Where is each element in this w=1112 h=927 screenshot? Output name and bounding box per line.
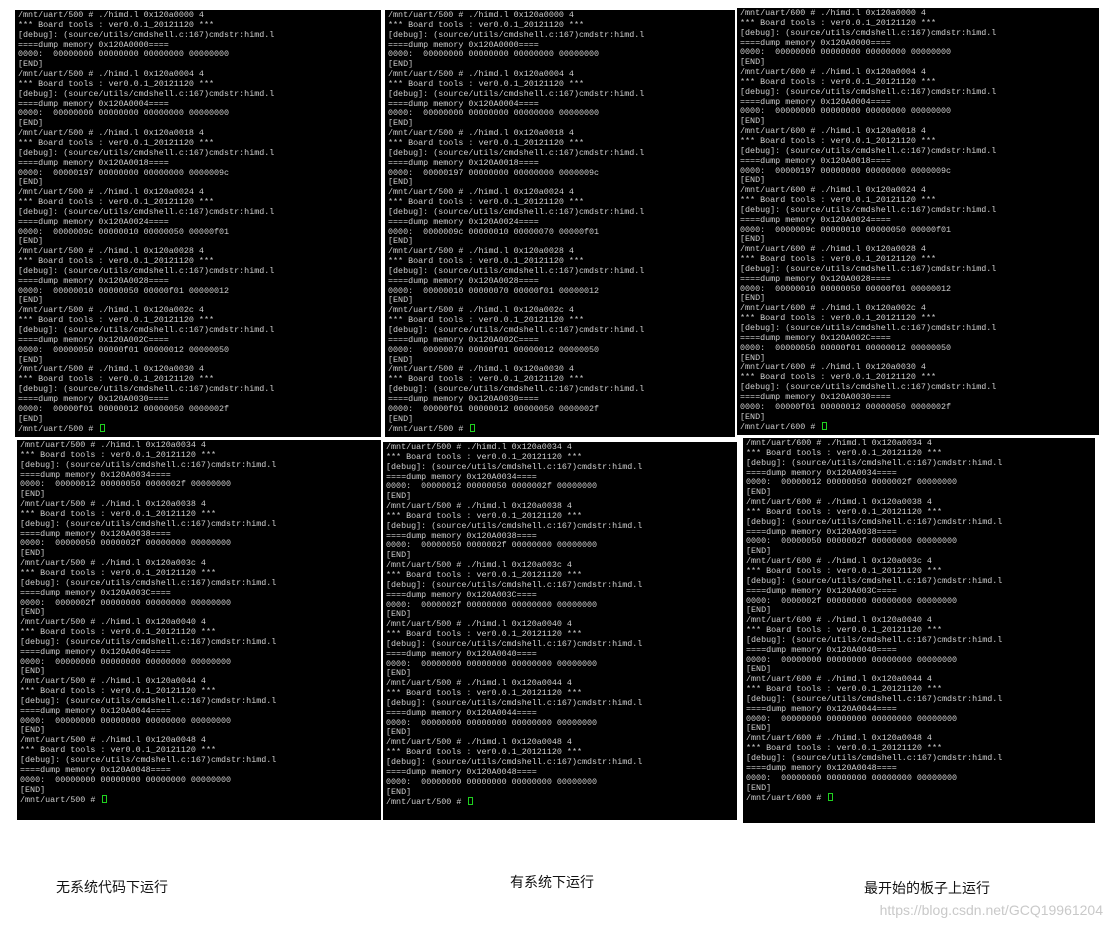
terminal-line: 0000: 00000050 0000002f 00000000 0000000… — [386, 540, 598, 551]
terminal-line: 0000: 0000002f 00000000 00000000 0000000… — [386, 599, 598, 610]
terminal-line: 0000: 00000010 00000050 00000f01 0000001… — [740, 283, 952, 294]
terminal-line: 0000: 00000197 00000000 00000000 0000009… — [18, 167, 230, 178]
terminal-top-middle[interactable]: /mnt/uart/500 # ./himd.l 0x120a0000 4 ***… — [385, 10, 735, 437]
terminal-line: [END] — [20, 784, 46, 795]
prompt-text: /mnt/uart/500 # — [388, 424, 469, 435]
terminal-line: 0000: 00000000 00000000 00000000 0000000… — [386, 717, 598, 728]
terminal-line: 0000: 0000002f 00000000 00000000 0000000… — [746, 595, 958, 606]
terminal-line: 0000: 00000000 00000000 00000000 0000000… — [18, 49, 230, 60]
terminal-line: 0000: 00000000 00000000 00000000 0000000… — [746, 713, 958, 724]
terminal-bottom-middle[interactable]: /mnt/uart/500 # ./himd.l 0x120a0034 4 ***… — [383, 442, 737, 820]
terminal-line: 0000: 00000000 00000000 00000000 0000000… — [20, 774, 232, 785]
terminal-bottom-right[interactable]: /mnt/uart/600 # ./himd.l 0x120a0034 4 ***… — [743, 438, 1095, 823]
terminal-line: [END] — [746, 782, 772, 793]
terminal-line: 0000: 00000010 00000070 00000f01 0000001… — [388, 285, 600, 296]
terminal-line: 0000: 00000000 00000000 00000000 0000000… — [388, 108, 600, 119]
terminal-line: 0000: 00000050 0000002f 00000000 0000000… — [20, 538, 232, 549]
prompt-text: /mnt/uart/600 # — [740, 422, 821, 433]
cursor-icon — [822, 422, 828, 431]
terminal-line: 0000: 00000010 00000050 00000f01 0000001… — [18, 285, 230, 296]
terminal-line: 0000: 00000012 00000050 0000002f 0000000… — [386, 481, 598, 492]
cursor-icon — [100, 424, 106, 433]
terminal-line: 0000: 00000000 00000000 00000000 0000000… — [746, 654, 958, 665]
terminal-line: 0000: 00000070 00000f01 00000012 0000005… — [388, 344, 600, 355]
terminal-line: 0000: 0000009c 00000010 00000070 00000f0… — [388, 226, 600, 237]
terminal-line: 0000: 00000197 00000000 00000000 0000009… — [388, 167, 600, 178]
terminal-line: 0000: 00000000 00000000 00000000 0000000… — [20, 656, 232, 667]
terminal-prompt[interactable]: /mnt/uart/600 # — [746, 793, 1093, 803]
terminal-line: 0000: 00000000 00000000 00000000 0000000… — [18, 108, 230, 119]
terminal-line: 0000: 00000000 00000000 00000000 0000000… — [740, 47, 952, 58]
terminal-line: 0000: 00000012 00000050 0000002f 0000000… — [20, 479, 232, 490]
terminal-line: 0000: 00000000 00000000 00000000 0000000… — [386, 658, 598, 669]
terminal-line: 0000: 00000f01 00000012 00000050 0000002… — [18, 403, 230, 414]
terminal-line: [END] — [388, 413, 414, 424]
terminal-prompt[interactable]: /mnt/uart/500 # — [20, 795, 379, 805]
cursor-icon — [828, 793, 834, 802]
cursor-icon — [470, 424, 476, 433]
terminal-line: 0000: 00000000 00000000 00000000 0000000… — [20, 715, 232, 726]
terminal-line: 0000: 00000012 00000050 0000002f 0000000… — [746, 477, 958, 488]
terminal-prompt[interactable]: /mnt/uart/500 # — [386, 797, 735, 807]
cursor-icon — [102, 795, 108, 804]
terminal-line: [END] — [18, 413, 44, 424]
terminal-line: 0000: 00000050 00000f01 00000012 0000005… — [740, 342, 952, 353]
prompt-text: /mnt/uart/500 # — [18, 424, 99, 435]
caption-no-system: 无系统代码下运行 — [56, 880, 168, 896]
terminal-line: [END] — [386, 786, 412, 797]
terminal-top-left[interactable]: /mnt/uart/500 # ./himd.l 0x120a0000 4 ***… — [15, 10, 381, 437]
terminal-line: 0000: 00000f01 00000012 00000050 0000002… — [740, 401, 952, 412]
terminal-line: 0000: 0000009c 00000010 00000050 00000f0… — [740, 224, 952, 235]
cursor-icon — [468, 797, 474, 806]
terminal-line: 0000: 00000000 00000000 00000000 0000000… — [388, 49, 600, 60]
caption-original-board: 最开始的板子上运行 — [864, 881, 990, 897]
caption-with-system: 有系统下运行 — [510, 875, 594, 891]
terminal-prompt[interactable]: /mnt/uart/500 # — [388, 424, 733, 434]
terminal-line: 0000: 00000050 00000f01 00000012 0000005… — [18, 344, 230, 355]
terminal-line: 0000: 00000000 00000000 00000000 0000000… — [740, 106, 952, 117]
terminal-top-right[interactable]: /mnt/uart/600 # ./himd.l 0x120a0000 4 ***… — [737, 8, 1099, 435]
terminal-line: 0000: 00000f01 00000012 00000050 0000002… — [388, 403, 600, 414]
prompt-text: /mnt/uart/500 # — [20, 795, 101, 806]
terminal-line: 0000: 00000050 0000002f 00000000 0000000… — [746, 536, 958, 547]
terminal-line: 0000: 0000009c 00000010 00000050 00000f0… — [18, 226, 230, 237]
terminal-line: 0000: 00000000 00000000 00000000 0000000… — [386, 776, 598, 787]
prompt-text: /mnt/uart/500 # — [386, 797, 467, 808]
terminal-prompt[interactable]: /mnt/uart/500 # — [18, 424, 379, 434]
terminal-line: 0000: 0000002f 00000000 00000000 0000000… — [20, 597, 232, 608]
terminal-line: 0000: 00000197 00000000 00000000 0000009… — [740, 165, 952, 176]
terminal-bottom-left[interactable]: /mnt/uart/500 # ./himd.l 0x120a0034 4 ***… — [17, 440, 381, 820]
prompt-text: /mnt/uart/600 # — [746, 793, 827, 804]
terminal-line: [END] — [740, 411, 766, 422]
terminal-line: 0000: 00000000 00000000 00000000 0000000… — [746, 772, 958, 783]
terminal-prompt[interactable]: /mnt/uart/600 # — [740, 422, 1097, 432]
watermark: https://blog.csdn.net/GCQ19961204 — [879, 902, 1103, 918]
